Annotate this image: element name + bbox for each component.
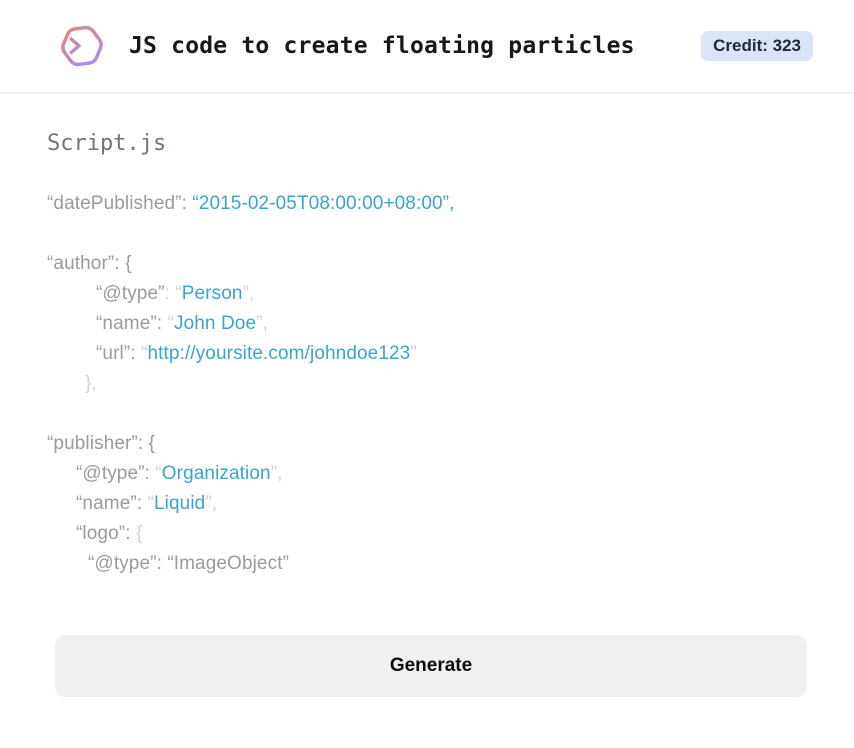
- code-line: “@type”: “Person”,: [47, 279, 807, 309]
- code-token: },: [85, 373, 97, 394]
- main-content: Script.js “datePublished”: “2015-02-05T0…: [0, 94, 854, 697]
- code-token: : {: [137, 433, 156, 454]
- code-token: ”,: [242, 283, 255, 304]
- code-token: ”: [410, 343, 417, 364]
- code-token: :: [181, 193, 193, 214]
- code-token: :: [164, 283, 176, 304]
- code-token: “datePublished”: [47, 193, 182, 214]
- code-token: John Doe: [174, 313, 257, 334]
- code-token: “logo”: [76, 523, 126, 544]
- code-token: : {: [114, 253, 132, 274]
- header: JS code to create floating particles Cre…: [0, 0, 854, 94]
- code-line: “author”: {: [47, 249, 807, 279]
- code-token: “name”: [76, 493, 137, 514]
- code-token: ”,: [270, 463, 283, 484]
- code-token: :: [144, 463, 156, 484]
- code-token: “ImageObject”: [167, 553, 290, 574]
- code-token: Liquid: [154, 493, 206, 514]
- file-title: Script.js: [47, 131, 167, 156]
- code-token: “author”: [47, 253, 115, 274]
- code-token: “name”: [96, 313, 157, 334]
- code-token: Organization: [161, 463, 271, 484]
- code-block: “datePublished”: “2015-02-05T08:00:00+08…: [47, 189, 807, 579]
- code-line: },: [47, 369, 807, 399]
- code-token: ”,: [205, 493, 218, 514]
- generate-button[interactable]: Generate: [55, 635, 807, 697]
- code-token: :: [130, 343, 142, 364]
- code-line: “@type”: “Organization”,: [47, 459, 807, 489]
- code-token: http://yoursite.com/johndoe123: [147, 343, 411, 364]
- code-token: :: [156, 313, 168, 334]
- code-line: “datePublished”: “2015-02-05T08:00:00+08…: [47, 189, 807, 219]
- code-token: ”,: [256, 313, 268, 334]
- code-token: :: [156, 553, 168, 574]
- code-token: {: [135, 523, 143, 544]
- code-line: “@type”: “ImageObject”: [47, 549, 807, 579]
- page-title: JS code to create floating particles: [129, 33, 635, 59]
- code-line: “publisher”: {: [47, 429, 807, 459]
- code-token: :: [125, 523, 136, 544]
- code-line: “url”: “http://yoursite.com/johndoe123”: [47, 339, 807, 369]
- credit-badge: Credit: 323: [701, 31, 813, 61]
- code-token: :: [136, 493, 148, 514]
- code-token: “2015-02-05T08:00:00+08:00”,: [192, 193, 455, 214]
- code-line: “name”: “John Doe”,: [47, 309, 807, 339]
- code-line: “name”: “Liquid”,: [47, 489, 807, 519]
- code-token: “@type”: [88, 553, 157, 574]
- code-line: “logo”: {: [47, 519, 807, 549]
- code-token: “@type”: [96, 283, 165, 304]
- code-token: “@type”: [76, 463, 145, 484]
- terminal-hexagon-icon: [56, 20, 108, 72]
- code-token: “url”: [96, 343, 131, 364]
- code-token: Person: [181, 283, 243, 304]
- code-token: “publisher”: [47, 433, 138, 454]
